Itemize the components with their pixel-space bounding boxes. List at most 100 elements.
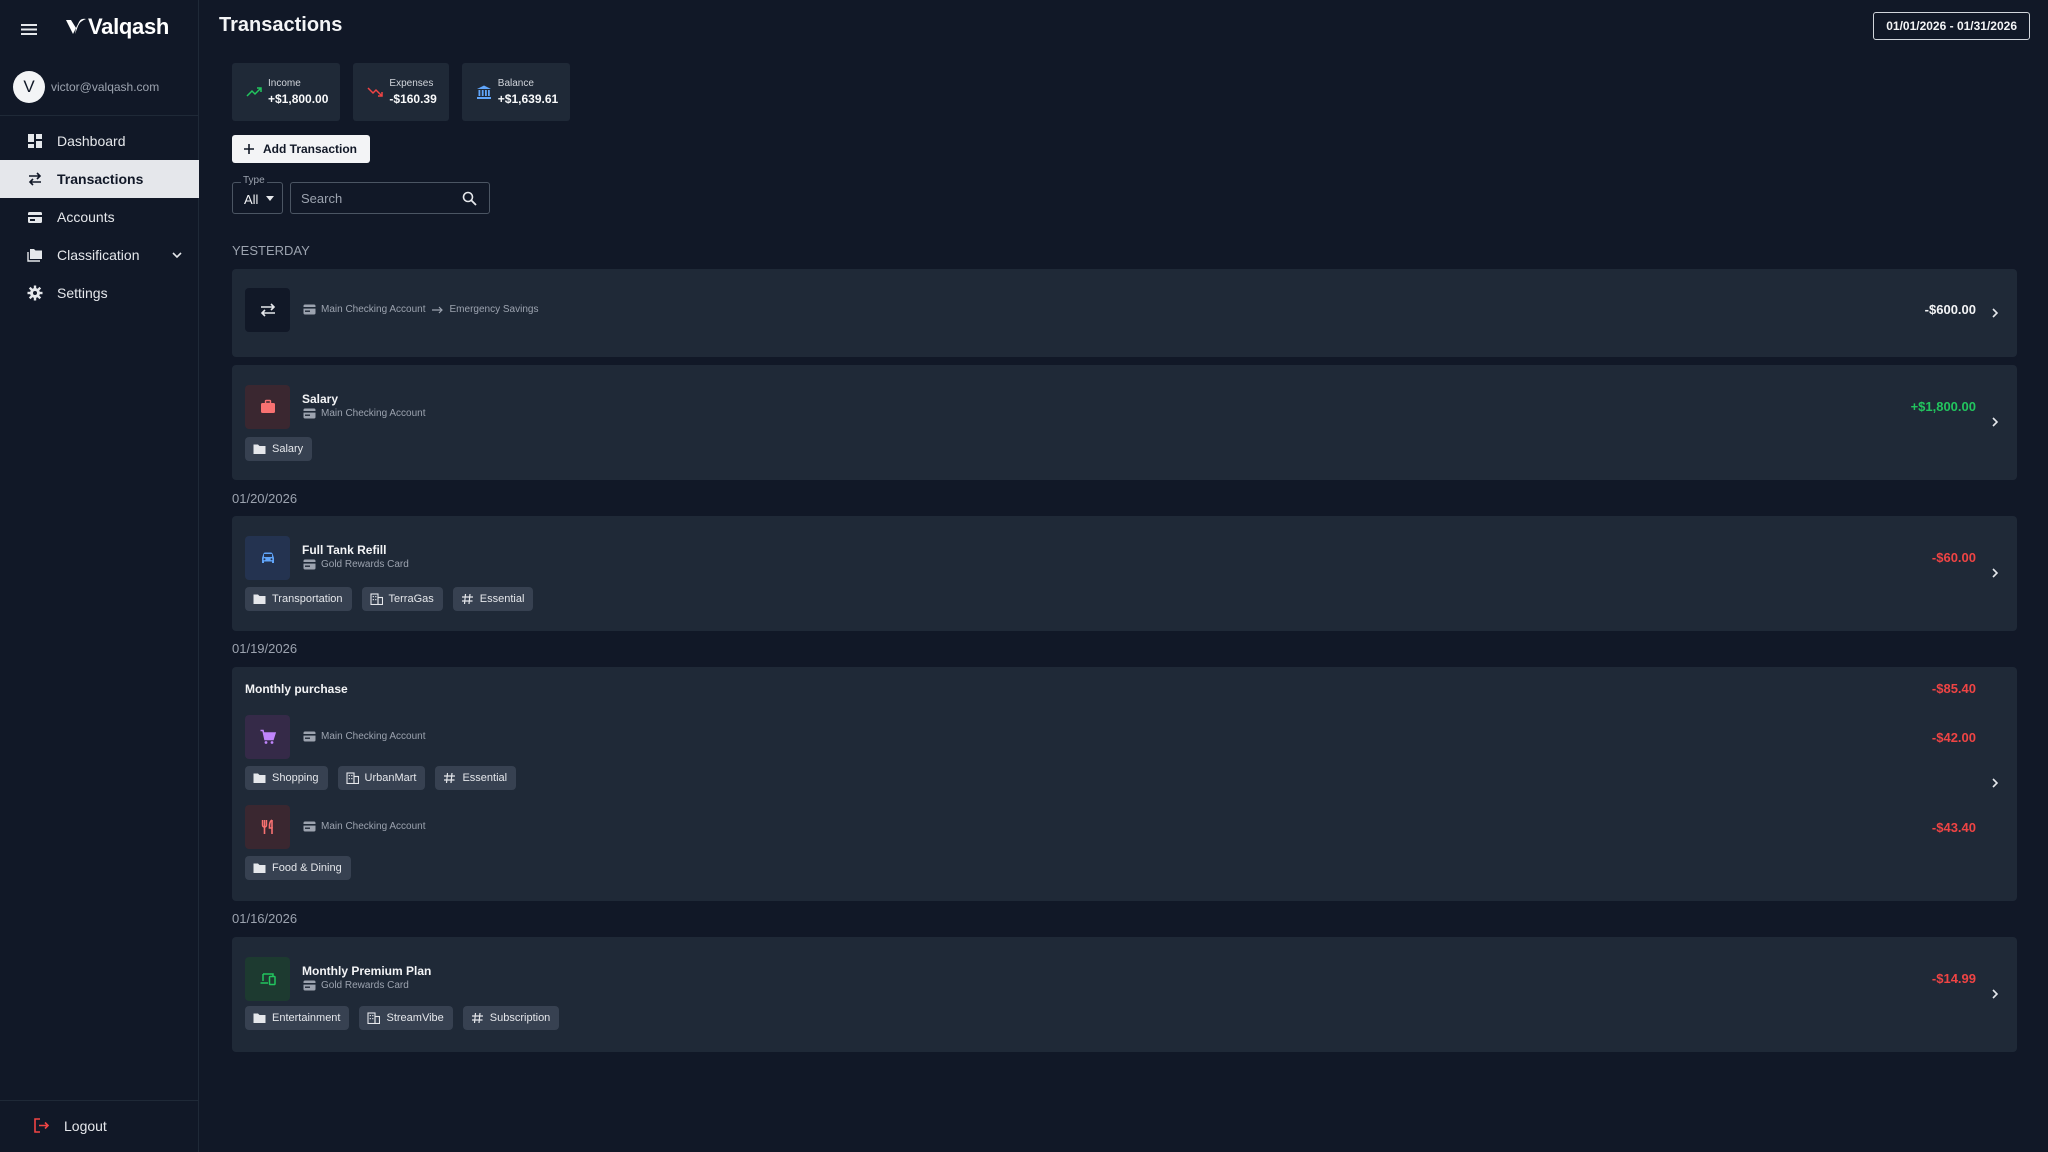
building-icon [345, 772, 359, 784]
income-card: Income +$1,800.00 [232, 63, 341, 121]
gear-icon [27, 285, 43, 301]
category-tag[interactable]: Salary [245, 437, 313, 461]
car-icon [261, 552, 274, 563]
search-icon[interactable] [462, 191, 477, 206]
user-profile[interactable]: V victor@valqash.com [0, 58, 199, 116]
expenses-value: -$160.39 [389, 92, 437, 106]
merchant-tag[interactable]: UrbanMart [337, 766, 426, 790]
chevron-right-icon[interactable] [1989, 988, 2001, 1000]
logout-label: Logout [64, 1117, 107, 1134]
sidebar-nav: Dashboard Transactions Accounts Classifi… [0, 122, 199, 312]
trending-up-icon [246, 87, 262, 97]
transfer-icon [260, 303, 275, 317]
transaction-name: Monthly Premium Plan [302, 964, 432, 978]
brand-bar: Valqash [0, 0, 199, 56]
transaction-card-fuel[interactable]: Full Tank Refill Gold Rewards Card -$60.… [232, 516, 2017, 631]
tag-label: UrbanMart [364, 772, 417, 784]
tag-label: Subscription [489, 1012, 551, 1024]
logout-area: Logout [0, 1100, 199, 1152]
transaction-amount: -$600.00 [1924, 302, 1976, 317]
transaction-amount: -$14.99 [1931, 971, 1976, 986]
category-tag[interactable]: Entertainment [245, 1006, 350, 1030]
split-amount: -$43.40 [1931, 820, 1976, 835]
tag-label: Entertainment [272, 1012, 341, 1024]
transaction-account: Gold Rewards Card [303, 559, 409, 570]
transaction-card-transfer[interactable]: Main Checking Account Emergency Savings … [232, 269, 2017, 357]
type-select[interactable]: Type All [232, 175, 283, 214]
category-tag[interactable]: Transportation [245, 587, 352, 611]
transaction-icon-box [245, 288, 290, 332]
sidebar-item-label: Settings [57, 285, 108, 301]
transfer-accounts: Main Checking Account Emergency Savings [303, 304, 538, 315]
card-icon [303, 408, 316, 419]
add-transaction-label: Add Transaction [263, 142, 358, 156]
tag-label: Salary [272, 443, 304, 455]
avatar[interactable]: V [13, 71, 45, 103]
sidebar-item-label: Transactions [57, 171, 144, 187]
dashboard-icon [28, 134, 42, 148]
category-tag[interactable]: Shopping [245, 766, 328, 790]
transaction-card-split[interactable]: Monthly purchase -$85.40 Main Checking A… [232, 667, 2017, 901]
transaction-total-amount: -$85.40 [1931, 681, 1976, 696]
transaction-icon-box [245, 385, 290, 429]
merchant-tag[interactable]: TerraGas [361, 587, 443, 611]
chevron-right-icon[interactable] [1989, 416, 2001, 428]
chevron-right-icon[interactable] [1989, 307, 2001, 319]
folder-icon [253, 1013, 266, 1023]
label-tag[interactable]: Essential [452, 587, 534, 611]
chevron-right-icon[interactable] [1989, 567, 2001, 579]
transaction-account-name: Gold Rewards Card [321, 559, 409, 570]
menu-icon[interactable] [20, 20, 38, 38]
transaction-icon-box [245, 957, 290, 1001]
sidebar-item-accounts[interactable]: Accounts [0, 198, 199, 236]
sidebar-item-transactions[interactable]: Transactions [0, 160, 199, 198]
category-tag[interactable]: Food & Dining [245, 856, 351, 880]
transfer-from-account: Main Checking Account [321, 304, 426, 315]
tag-label: Food & Dining [272, 862, 342, 874]
split-tags: Shopping UrbanMart Essential [245, 766, 517, 790]
expenses-label: Expenses [389, 78, 434, 89]
tag-label: Essential [462, 772, 508, 784]
folder-icon [253, 773, 266, 783]
card-icon [303, 731, 316, 742]
balance-card: Balance +$1,639.61 [461, 63, 571, 121]
type-select-label: Type [241, 175, 267, 186]
search-box [290, 182, 490, 214]
tag-label: Transportation [272, 593, 343, 605]
date-group-label: 01/19/2026 [232, 641, 298, 656]
date-group-label: 01/20/2026 [232, 491, 298, 506]
chevron-down-icon[interactable] [171, 249, 183, 261]
label-tag[interactable]: Essential [435, 766, 517, 790]
income-value: +$1,800.00 [268, 92, 329, 106]
chevron-right-icon[interactable] [1989, 777, 2001, 789]
label-tag[interactable]: Subscription [462, 1006, 560, 1030]
sidebar-item-dashboard[interactable]: Dashboard [0, 122, 199, 160]
plus-icon [244, 144, 254, 154]
transaction-account: Gold Rewards Card [303, 980, 409, 991]
building-icon [369, 593, 383, 605]
summary-cards: Income +$1,800.00 Expenses -$160.39 Bala… [232, 63, 571, 121]
brand-name: Valqash [88, 14, 170, 39]
split-account: Main Checking Account [303, 821, 426, 832]
logout-button[interactable]: Logout [33, 1117, 107, 1134]
transaction-card-subscription[interactable]: Monthly Premium Plan Gold Rewards Card -… [232, 937, 2017, 1052]
transaction-card-salary[interactable]: Salary Main Checking Account +$1,800.00 … [232, 365, 2017, 480]
sidebar-item-classification[interactable]: Classification [0, 236, 199, 274]
merchant-tag[interactable]: StreamVibe [359, 1006, 453, 1030]
transfer-to-account: Emergency Savings [449, 304, 539, 315]
folder-icon [253, 863, 266, 873]
add-transaction-button[interactable]: Add Transaction [232, 135, 371, 163]
logo-icon [66, 18, 86, 34]
date-range-picker[interactable]: 01/01/2026 - 01/31/2026 [1873, 12, 2030, 40]
transaction-icon-box [245, 805, 290, 849]
split-amount: -$42.00 [1931, 730, 1976, 745]
search-input[interactable] [291, 183, 461, 213]
card-icon [303, 821, 316, 832]
split-account-name: Main Checking Account [321, 821, 426, 832]
tag-label: TerraGas [388, 593, 434, 605]
balance-label: Balance [497, 78, 534, 89]
hashtag-icon [461, 593, 473, 605]
expenses-card: Expenses -$160.39 [353, 63, 449, 121]
trending-down-icon [367, 87, 384, 97]
sidebar-item-settings[interactable]: Settings [0, 274, 199, 312]
